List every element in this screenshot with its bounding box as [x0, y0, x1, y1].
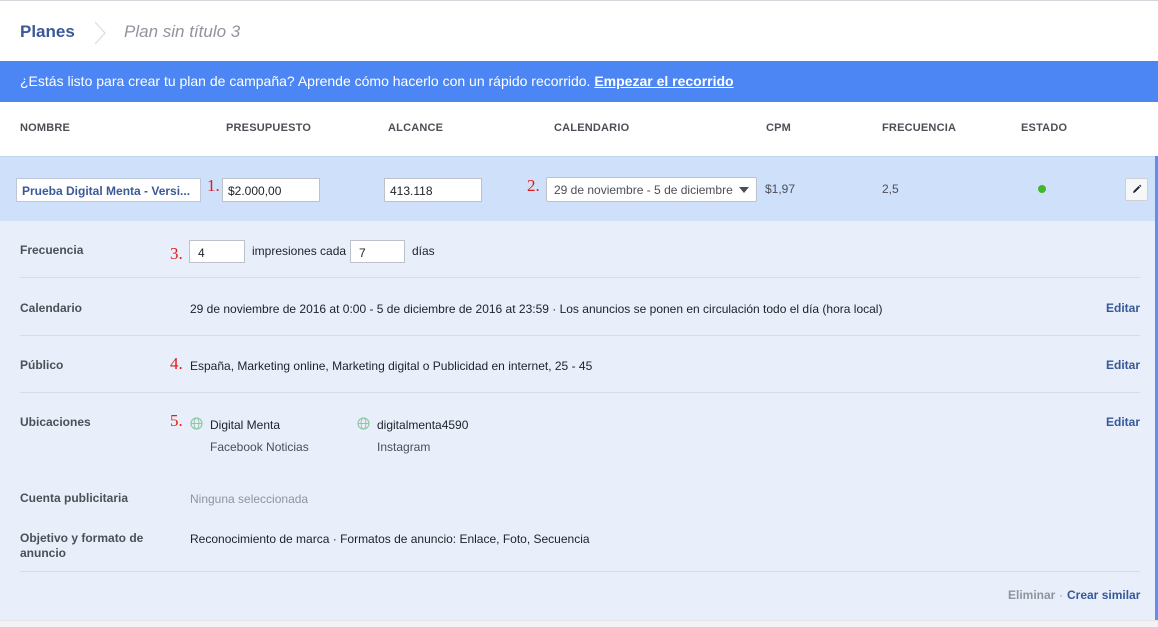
audience-label: Público: [20, 358, 64, 372]
start-tour-link[interactable]: Empezar el recorrido: [594, 73, 733, 89]
objective-label: Objetivo y formato de anuncio: [20, 531, 144, 560]
status-active-dot: [1038, 185, 1046, 193]
plan-row[interactable]: Prueba Digital Menta - Versi... $2.000,0…: [0, 156, 1158, 221]
placement-platform: Facebook Noticias: [210, 440, 309, 454]
budget-input[interactable]: $2.000,00: [222, 178, 320, 202]
column-header-status: ESTADO: [1021, 122, 1068, 134]
annotation-number: 2.: [527, 176, 540, 195]
schedule-select-value: 29 de noviembre - 5 de diciembre: [554, 183, 733, 197]
schedule-detail: 29 de noviembre de 2016 at 0:00 - 5 de d…: [190, 302, 883, 316]
column-header-frequency: FRECUENCIA: [882, 122, 957, 134]
ad-account-value: Ninguna seleccionada: [190, 492, 309, 506]
plan-name-field[interactable]: Prueba Digital Menta - Versi...: [16, 178, 201, 202]
schedule-label: Calendario: [20, 301, 83, 315]
breadcrumb-plans-link[interactable]: Planes: [20, 22, 75, 42]
ad-account-label: Cuenta publicitaria: [20, 491, 129, 505]
annotation-number: 1.: [207, 176, 220, 195]
tour-banner-text: ¿Estás listo para crear tu plan de campa…: [20, 73, 595, 89]
annotation-number: 3.: [170, 244, 183, 263]
placement-platform: Instagram: [377, 440, 431, 454]
column-header-budget: PRESUPUESTO: [226, 122, 312, 134]
divider: [20, 277, 1140, 278]
placement-account: Digital Menta: [210, 418, 281, 432]
placement-account: digitalmenta4590: [377, 418, 469, 432]
edit-placements-link[interactable]: Editar: [1106, 415, 1140, 429]
audience-detail: España, Marketing online, Marketing digi…: [190, 359, 593, 373]
bottom-border: [0, 620, 1158, 627]
objective-value: Reconocimiento de marca · Formatos de an…: [190, 532, 590, 546]
column-header-schedule: CALENDARIO: [554, 122, 630, 134]
divider: [20, 335, 1140, 336]
schedule-select[interactable]: 29 de noviembre - 5 de diciembre: [546, 177, 757, 202]
create-similar-link[interactable]: Crear similar: [1067, 588, 1140, 602]
globe-icon: [190, 417, 203, 430]
caret-down-icon: [739, 187, 749, 193]
impressions-every-text: impresiones cada: [252, 244, 347, 258]
plan-details-panel: Frecuencia 3. 4 impresiones cada 7 días …: [0, 221, 1155, 620]
placements-label: Ubicaciones: [20, 415, 91, 429]
days-input[interactable]: 7: [350, 240, 405, 263]
tour-banner: ¿Estás listo para crear tu plan de campa…: [0, 61, 1158, 102]
frequency-label: Frecuencia: [20, 243, 84, 257]
edit-plan-button[interactable]: [1125, 178, 1148, 201]
edit-audience-link[interactable]: Editar: [1106, 358, 1140, 372]
column-header-reach: ALCANCE: [388, 122, 444, 134]
reach-input[interactable]: 413.118: [384, 178, 482, 202]
page-header: Planes Plan sin título 3: [0, 1, 1158, 61]
impressions-input[interactable]: 4: [189, 240, 245, 263]
column-header-name: NOMBRE: [20, 122, 71, 134]
pencil-icon: [1133, 184, 1142, 193]
edit-schedule-link[interactable]: Editar: [1106, 301, 1140, 315]
divider: [20, 571, 1140, 572]
column-header-cpm: CPM: [766, 122, 792, 134]
annotation-number: 5.: [170, 411, 183, 430]
delete-plan-link[interactable]: Eliminar: [1008, 588, 1055, 602]
plan-title[interactable]: Plan sin título 3: [124, 22, 240, 42]
annotation-number: 4.: [170, 354, 183, 373]
days-text: días: [412, 244, 435, 258]
cpm-value: $1,97: [765, 182, 796, 196]
action-separator: ·: [1059, 588, 1063, 602]
globe-icon: [357, 417, 370, 430]
divider: [20, 392, 1140, 393]
chevron-right-icon: [94, 21, 106, 45]
frequency-value: 2,5: [882, 182, 899, 196]
